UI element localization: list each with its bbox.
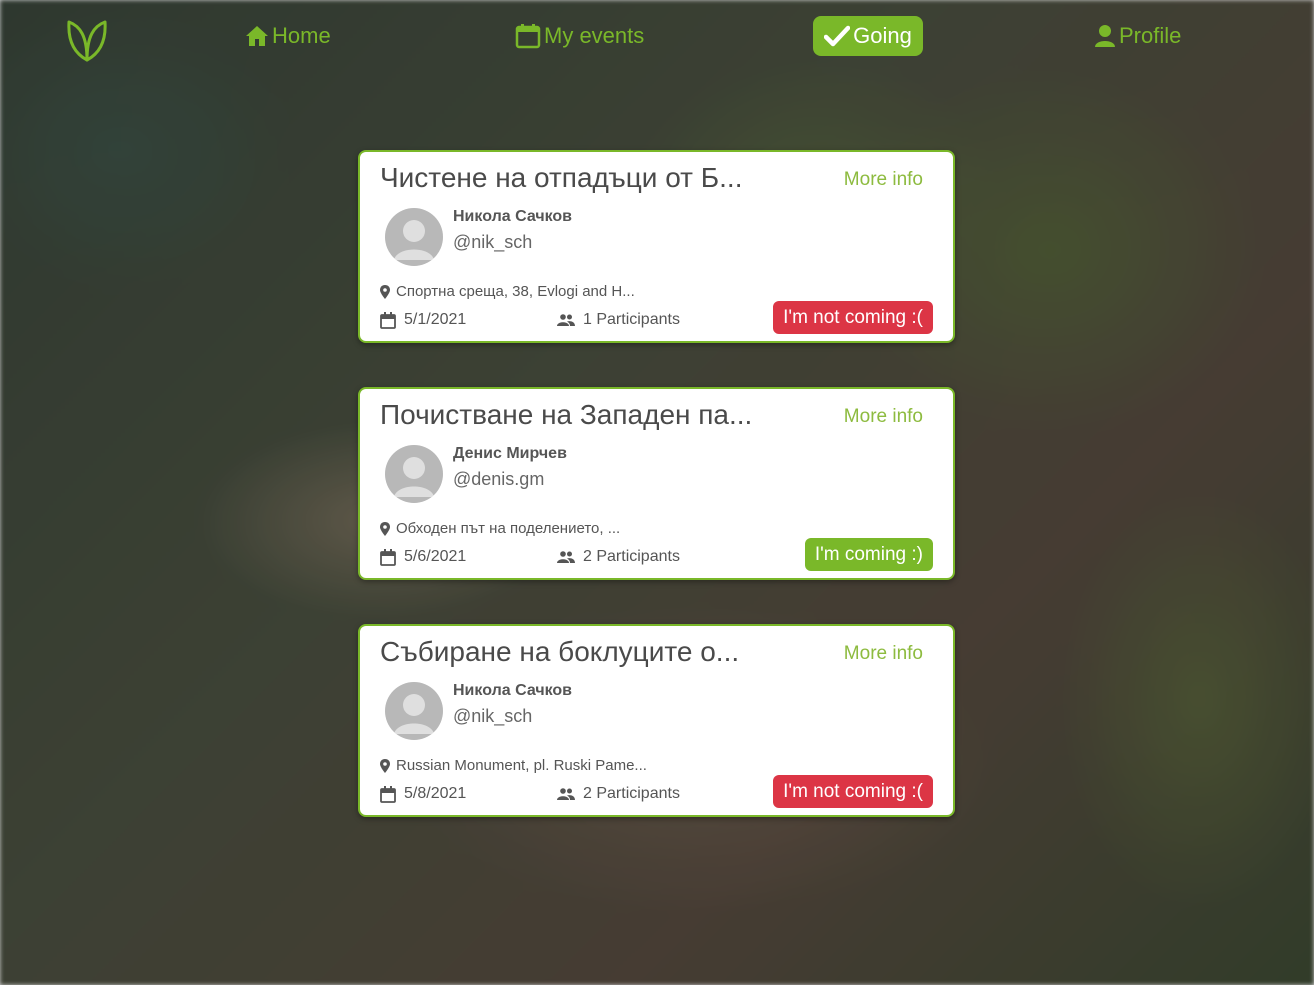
- location-text: Russian Monument, pl. Ruski Pame...: [396, 757, 647, 774]
- event-card: Събиране на боклуците о... More info Ник…: [358, 624, 955, 817]
- nav-my-events[interactable]: My events: [515, 16, 644, 56]
- more-info-link[interactable]: More info: [844, 406, 923, 428]
- checkmark-icon: [824, 25, 851, 47]
- event-title: Почистване на Западен па...: [380, 399, 753, 430]
- page: Home My events Going Profile Чистене на …: [0, 0, 1314, 985]
- user-icon: [1095, 25, 1115, 47]
- nav-home[interactable]: Home: [245, 16, 331, 56]
- people-icon: [557, 551, 575, 563]
- rsvp-not-coming-button[interactable]: I'm not coming :(: [773, 775, 933, 808]
- participants-text: 1 Participants: [583, 311, 680, 328]
- nav-going-label: Going: [853, 23, 912, 48]
- event-title: Събиране на боклуците о...: [380, 636, 740, 667]
- nav-profile[interactable]: Profile: [1094, 16, 1181, 56]
- event-date: 5/8/2021: [380, 785, 466, 803]
- event-participants: 1 Participants: [557, 311, 680, 329]
- date-text: 5/8/2021: [404, 785, 467, 802]
- location-pin-icon: [380, 521, 390, 536]
- location-pin-icon: [380, 284, 390, 299]
- calendar-icon: [380, 785, 396, 803]
- author-handle: @denis.gm: [453, 469, 545, 489]
- people-icon: [557, 314, 575, 326]
- event-title: Чистене на отпадъци от Б...: [380, 162, 743, 193]
- location-pin-icon: [380, 758, 390, 773]
- date-text: 5/1/2021: [404, 311, 467, 328]
- location-text: Спортна среща, 38, Evlogi and H...: [396, 283, 635, 300]
- nav-profile-label: Profile: [1119, 23, 1182, 48]
- event-participants: 2 Participants: [557, 785, 680, 803]
- home-icon: [246, 26, 268, 46]
- avatar: [385, 208, 443, 266]
- more-info-link[interactable]: More info: [844, 169, 923, 191]
- author-handle: @nik_sch: [453, 706, 533, 726]
- event-location: Russian Monument, pl. Ruski Pame...: [380, 757, 656, 774]
- calendar-icon: [380, 548, 396, 566]
- participants-text: 2 Participants: [583, 548, 680, 565]
- event-card: Почистване на Западен па... More info Де…: [358, 387, 955, 580]
- event-card: Чистене на отпадъци от Б... More info Ни…: [358, 150, 955, 343]
- author-name: Никола Сачков: [453, 682, 573, 699]
- event-date: 5/1/2021: [380, 311, 466, 329]
- nav-my-events-label: My events: [544, 23, 645, 48]
- calendar-icon: [380, 311, 396, 329]
- calendar-icon: [515, 24, 541, 49]
- nav-going[interactable]: Going: [813, 16, 923, 56]
- location-text: Обходен път на поделението, ...: [396, 520, 621, 537]
- people-icon: [557, 788, 575, 800]
- leaf-logo-icon[interactable]: [66, 18, 108, 62]
- event-participants: 2 Participants: [557, 548, 680, 566]
- author-handle: @nik_sch: [453, 232, 533, 252]
- event-location: Обходен път на поделението, ...: [380, 520, 656, 537]
- rsvp-coming-button[interactable]: I'm coming :): [804, 538, 933, 571]
- author-name: Никола Сачков: [453, 208, 573, 225]
- avatar: [385, 445, 443, 503]
- rsvp-not-coming-button[interactable]: I'm not coming :(: [773, 301, 933, 334]
- participants-text: 2 Participants: [583, 785, 680, 802]
- more-info-link[interactable]: More info: [844, 643, 923, 665]
- date-text: 5/6/2021: [404, 548, 467, 565]
- event-date: 5/6/2021: [380, 548, 466, 566]
- avatar: [385, 682, 443, 740]
- author-name: Денис Мирчев: [453, 445, 567, 462]
- nav-home-label: Home: [272, 23, 331, 48]
- event-location: Спортна среща, 38, Evlogi and H...: [380, 283, 656, 300]
- top-navigation: Home My events Going Profile: [0, 0, 1314, 80]
